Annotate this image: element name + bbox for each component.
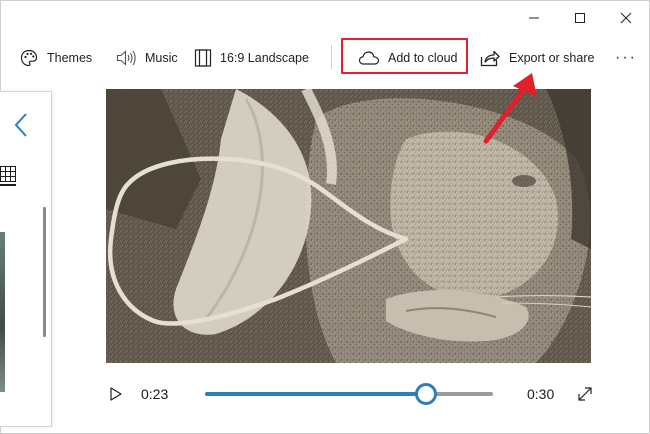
total-time: 0:30 [527,386,555,402]
aspect-ratio-button[interactable]: 16:9 Landscape [194,37,309,79]
close-button[interactable] [603,1,649,35]
toolbar-divider [331,45,332,69]
grid-view-icon[interactable] [0,166,16,182]
export-share-button[interactable]: Export or share [479,37,594,79]
share-icon [479,48,501,68]
close-icon [620,12,632,24]
more-icon: ··· [615,49,637,66]
seek-progress [205,392,426,396]
aspect-ratio-icon [194,48,212,68]
window-controls [511,1,649,35]
current-time: 0:23 [141,386,169,402]
more-options-button[interactable]: ··· [611,37,641,79]
fullscreen-icon[interactable] [576,385,594,403]
music-button[interactable]: Music [115,37,178,79]
panel-scrollbar[interactable] [43,207,46,337]
maximize-button[interactable] [557,1,603,35]
play-icon[interactable] [109,386,123,402]
palette-icon [19,48,39,68]
video-preview[interactable] [106,89,591,363]
seek-slider[interactable] [205,383,493,405]
grid-view-underline [0,184,16,186]
seek-thumb[interactable] [415,383,437,405]
music-label: Music [145,51,178,65]
playback-controls: 0:23 0:30 [1,375,650,415]
chevron-left-icon[interactable] [14,112,30,138]
minimize-icon [529,17,539,19]
annotation-highlight-box [341,38,468,74]
themes-button[interactable]: Themes [19,37,92,79]
editor-toolbar: Themes Music 16:9 Landscape Add to cloud… [1,37,650,79]
maximize-icon [575,13,585,23]
themes-label: Themes [47,51,93,65]
clip-thumbnail[interactable] [0,232,5,392]
minimize-button[interactable] [511,1,557,35]
aspect-ratio-label: 16:9 Landscape [220,51,309,65]
export-share-label: Export or share [509,51,595,65]
speaker-icon [115,48,137,68]
